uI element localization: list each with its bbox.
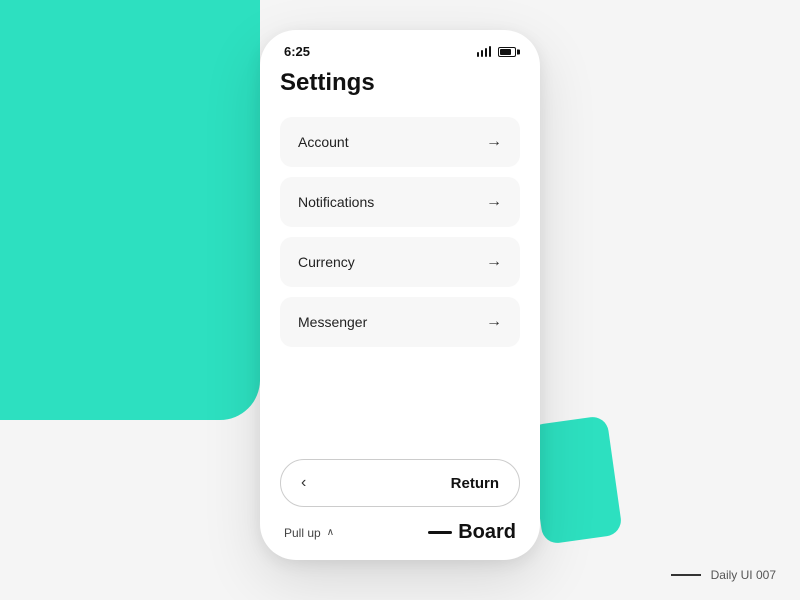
arrow-icon-currency: → bbox=[486, 253, 502, 271]
arrow-icon-messenger: → bbox=[486, 313, 502, 331]
signal-icon bbox=[477, 46, 491, 57]
phone-frame: 6:25 Settings Account → bbox=[260, 30, 540, 560]
teal-background-shape bbox=[0, 0, 260, 420]
settings-item-label-notifications: Notifications bbox=[298, 194, 374, 210]
daily-ui-line bbox=[671, 574, 701, 576]
bottom-section: ‹ Return Pull up ∧ Board bbox=[280, 447, 520, 560]
pull-up-area[interactable]: Pull up ∧ bbox=[284, 526, 334, 540]
arrow-icon-account: → bbox=[486, 133, 502, 151]
board-dash-icon bbox=[428, 531, 452, 534]
settings-item-currency[interactable]: Currency → bbox=[280, 237, 520, 287]
board-logo: Board bbox=[428, 521, 516, 544]
settings-list: Account → Notifications → Currency → Mes… bbox=[280, 117, 520, 447]
settings-item-label-currency: Currency bbox=[298, 254, 355, 270]
battery-icon bbox=[498, 47, 516, 57]
settings-item-account[interactable]: Account → bbox=[280, 117, 520, 167]
back-icon: ‹ bbox=[301, 474, 306, 492]
return-label: Return bbox=[451, 475, 499, 492]
status-time: 6:25 bbox=[284, 44, 310, 59]
chevron-up-icon: ∧ bbox=[327, 527, 334, 538]
phone-wrapper: 6:25 Settings Account → bbox=[260, 30, 540, 560]
status-bar: 6:25 bbox=[260, 30, 540, 65]
pull-up-label: Pull up bbox=[284, 526, 321, 540]
page-title: Settings bbox=[280, 69, 520, 97]
arrow-icon-notifications: → bbox=[486, 193, 502, 211]
settings-item-messenger[interactable]: Messenger → bbox=[280, 297, 520, 347]
settings-item-label-messenger: Messenger bbox=[298, 314, 367, 330]
return-button[interactable]: ‹ Return bbox=[280, 459, 520, 507]
phone-content: Settings Account → Notifications → Curre… bbox=[260, 65, 540, 560]
teal-background-shape-bottom bbox=[527, 415, 623, 545]
settings-item-notifications[interactable]: Notifications → bbox=[280, 177, 520, 227]
phone-footer: Pull up ∧ Board bbox=[280, 521, 520, 544]
settings-item-label-account: Account bbox=[298, 134, 349, 150]
daily-ui-watermark: Daily UI 007 bbox=[671, 568, 776, 582]
status-icons bbox=[477, 46, 516, 57]
daily-ui-text: Daily UI 007 bbox=[711, 568, 776, 582]
board-label: Board bbox=[458, 521, 516, 544]
